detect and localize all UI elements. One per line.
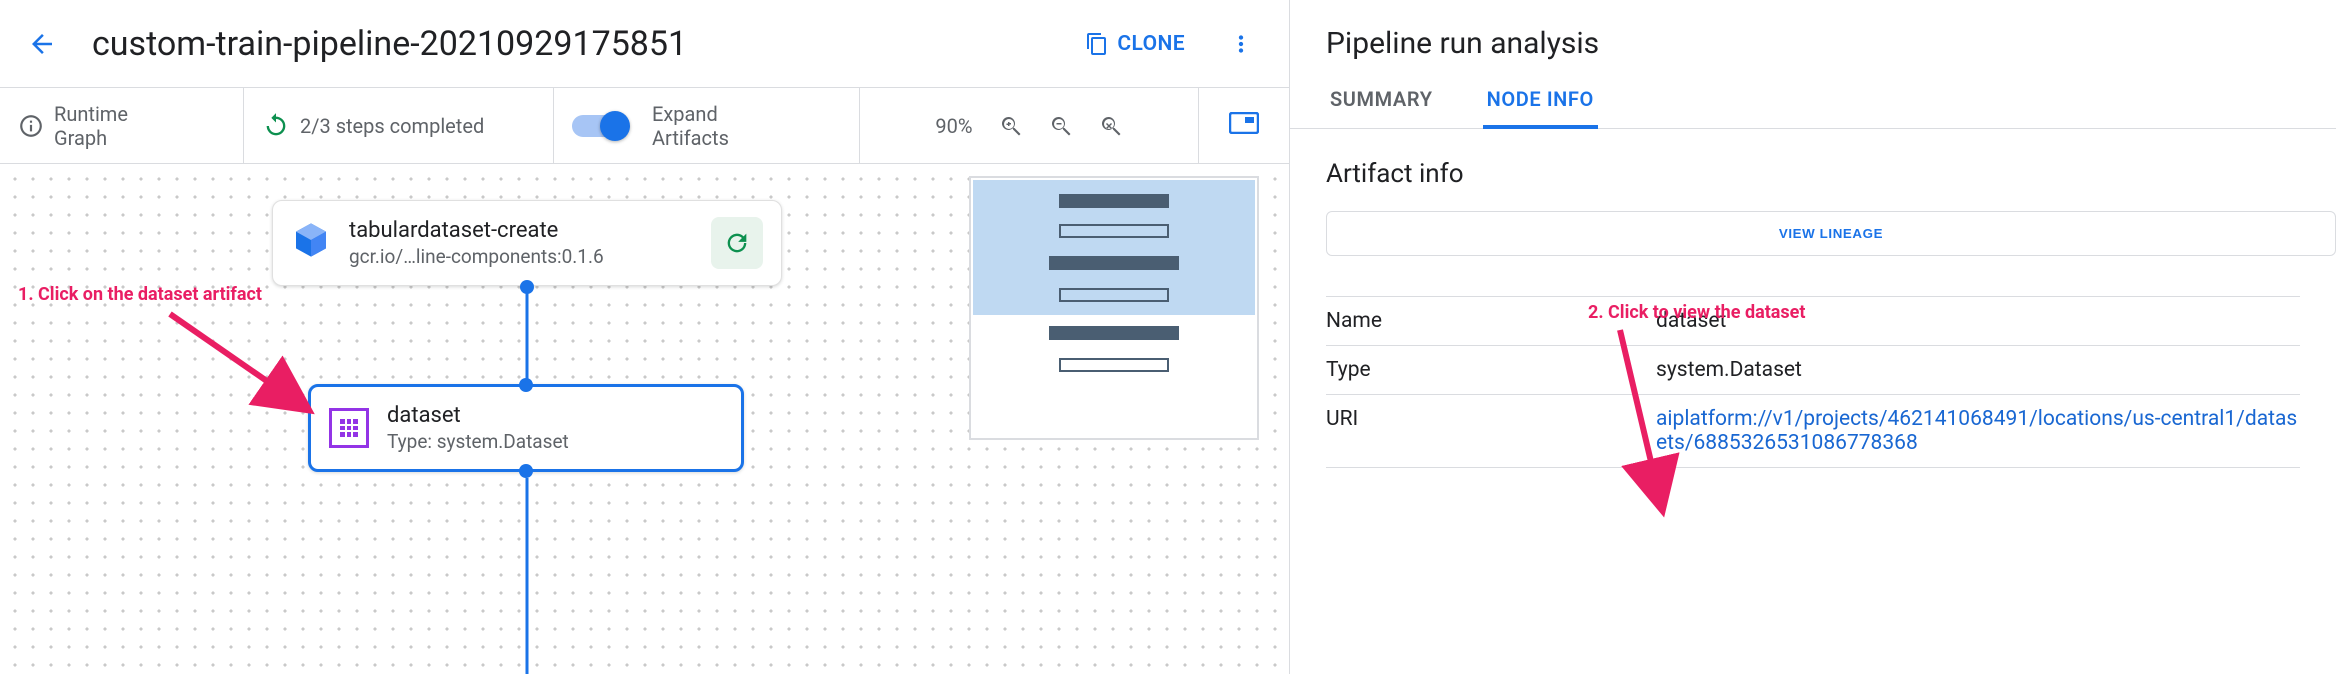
- expand-artifacts-label: Expand Artifacts: [652, 102, 792, 150]
- page-title: custom-train-pipeline-20210929175851: [92, 24, 1073, 64]
- kv-uri-link[interactable]: aiplatform://v1/projects/462141068491/lo…: [1656, 407, 2300, 455]
- minimap[interactable]: [969, 176, 1259, 440]
- node-subtitle: gcr.io/…line-components:0.1.6: [349, 245, 604, 268]
- retry-icon: [723, 229, 751, 257]
- runtime-graph-label: Runtime Graph: [54, 102, 128, 150]
- artifact-subtitle: Type: system.Dataset: [387, 430, 569, 453]
- more-menu-button[interactable]: [1217, 20, 1265, 68]
- kv-name-key: Name: [1326, 309, 1656, 333]
- back-button[interactable]: [24, 26, 60, 62]
- arrow-back-icon: [27, 29, 57, 59]
- kv-type-value: system.Dataset: [1656, 358, 2300, 382]
- artifact-title: dataset: [387, 403, 569, 428]
- cube-icon: [291, 220, 331, 266]
- zoom-out-button[interactable]: [1049, 114, 1073, 138]
- copy-icon: [1085, 32, 1109, 56]
- view-lineage-button[interactable]: VIEW LINEAGE: [1326, 211, 2336, 256]
- expand-artifacts-toggle[interactable]: [572, 115, 628, 137]
- pipeline-artifact-dataset[interactable]: dataset Type: system.Dataset: [308, 384, 744, 472]
- pipeline-canvas[interactable]: tabulardataset-create gcr.io/…line-compo…: [0, 164, 1289, 674]
- progress-icon: [262, 112, 290, 140]
- minimap-toggle-button[interactable]: [1229, 112, 1259, 140]
- annotation-arrow-1: [160, 304, 320, 424]
- zoom-percent: 90%: [935, 114, 972, 138]
- annotation-1: 1. Click on the dataset artifact: [18, 284, 262, 305]
- panel-title: Pipeline run analysis: [1290, 0, 2336, 71]
- clone-label: CLONE: [1117, 32, 1185, 56]
- kv-name-value: dataset: [1656, 309, 2300, 333]
- kebab-icon: [1228, 31, 1254, 57]
- node-retry-button[interactable]: [711, 217, 763, 269]
- tab-summary[interactable]: SUMMARY: [1326, 71, 1437, 128]
- steps-label: 2/3 steps completed: [300, 114, 484, 138]
- clone-button[interactable]: CLONE: [1073, 24, 1197, 64]
- pipeline-node-tabulardataset-create[interactable]: tabulardataset-create gcr.io/…line-compo…: [272, 200, 782, 286]
- zoom-in-button[interactable]: [999, 114, 1023, 138]
- minimap-icon: [1229, 112, 1259, 134]
- node-title: tabulardataset-create: [349, 218, 604, 243]
- info-icon: [18, 113, 44, 139]
- kv-uri-key: URI: [1326, 407, 1656, 431]
- tab-node-info[interactable]: NODE INFO: [1483, 71, 1598, 129]
- zoom-reset-button[interactable]: [1099, 114, 1123, 138]
- dataset-icon: [329, 408, 369, 448]
- section-artifact-info: Artifact info: [1290, 129, 2336, 203]
- kv-type-key: Type: [1326, 358, 1656, 382]
